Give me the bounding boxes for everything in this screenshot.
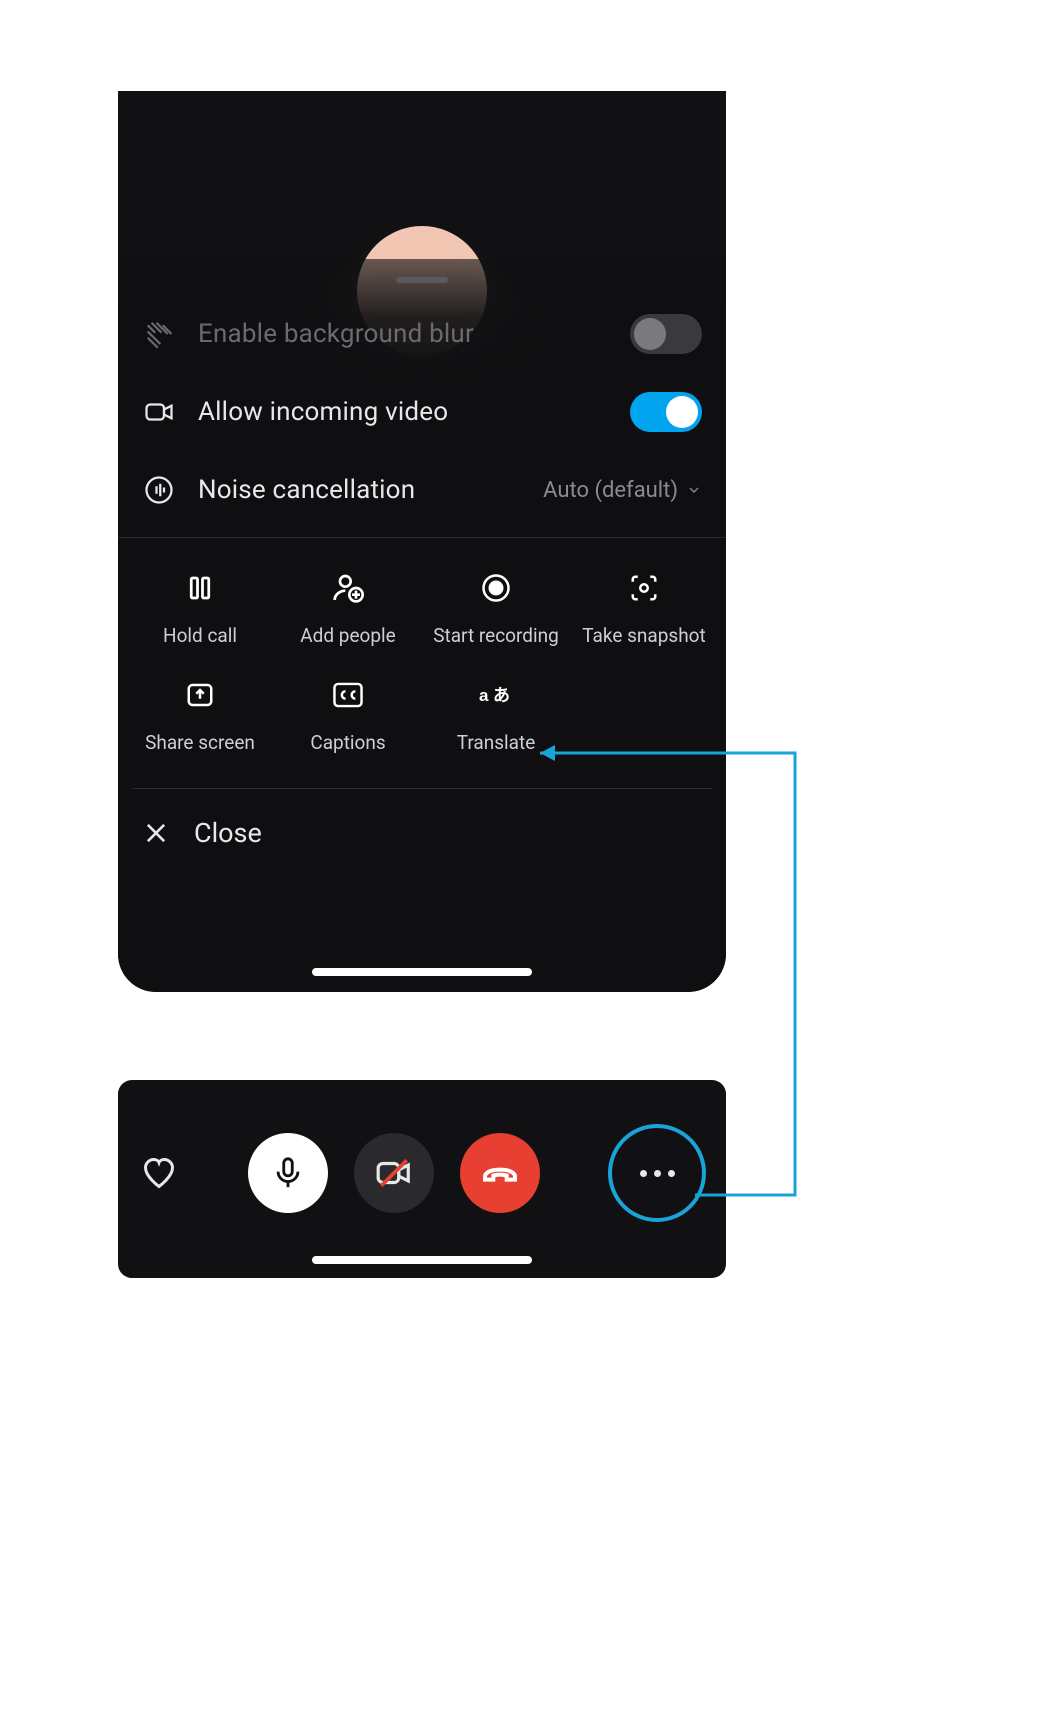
add-person-icon [330,570,366,606]
phone-frame-options: Enable background blur Allow incoming vi… [118,91,726,992]
toggle-blur[interactable] [630,314,702,354]
more-options-button[interactable] [608,1124,706,1222]
more-icon [640,1170,675,1177]
sheet-grabber[interactable] [396,277,448,283]
react-heart-button[interactable] [138,1152,180,1194]
call-buttons [180,1133,608,1213]
action-label: Captions [310,731,385,754]
action-take-snapshot[interactable]: Take snapshot [570,560,718,661]
setting-label: Noise cancellation [198,475,543,505]
camera-off-icon [375,1154,413,1192]
action-label: Take snapshot [582,624,705,647]
action-hold-call[interactable]: Hold call [126,560,274,661]
captions-icon [330,677,366,713]
translate-icon: aあ [478,677,514,713]
action-add-people[interactable]: Add people [274,560,422,661]
action-label: Translate [457,731,536,754]
action-captions[interactable]: Captions [274,667,422,768]
action-label: Hold call [163,624,237,647]
call-toolbar [118,1124,726,1222]
setting-incoming-video[interactable]: Allow incoming video [118,373,726,451]
phone-frame-toolbar [118,1080,726,1278]
action-label: Add people [300,624,395,647]
setting-label: Allow incoming video [198,397,630,427]
noise-value: Auto (default) [543,478,678,503]
camera-off-button[interactable] [354,1133,434,1213]
close-label: Close [194,817,262,849]
action-label: Share screen [145,731,255,754]
share-screen-icon [182,677,218,713]
settings-list: Enable background blur Allow incoming vi… [118,295,726,883]
action-label: Start recording [433,624,559,647]
noise-cancellation-select[interactable]: Auto (default) [543,478,702,503]
end-call-button[interactable] [460,1133,540,1213]
snapshot-icon [626,570,662,606]
record-icon [478,570,514,606]
close-button[interactable]: Close [118,789,726,883]
blur-icon [142,317,176,351]
toggle-incoming-video[interactable] [630,392,702,432]
heart-icon [141,1155,177,1191]
chevron-down-icon [686,482,702,498]
setting-background-blur[interactable]: Enable background blur [118,295,726,373]
pause-icon [182,570,218,606]
action-share-screen[interactable]: Share screen [126,667,274,768]
home-indicator [312,1256,532,1264]
svg-text:a: a [479,686,489,705]
action-grid: Hold call Add people Start recording Tak… [118,538,726,782]
noise-icon [142,473,176,507]
hangup-icon [480,1153,520,1193]
home-indicator [312,968,532,976]
camera-icon [142,395,176,429]
action-start-recording[interactable]: Start recording [422,560,570,661]
setting-noise-cancellation[interactable]: Noise cancellation Auto (default) [118,451,726,529]
setting-label: Enable background blur [198,319,630,349]
microphone-icon [271,1156,305,1190]
close-icon [142,819,170,847]
svg-text:あ: あ [493,686,510,705]
mute-button[interactable] [248,1133,328,1213]
action-translate[interactable]: aあ Translate [422,667,570,768]
